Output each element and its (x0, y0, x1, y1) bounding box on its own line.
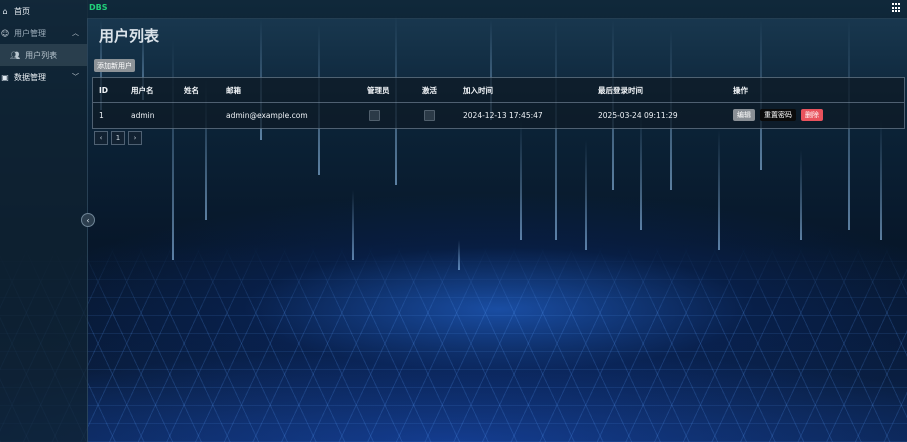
cell-actions: 编辑 重置密码 删除 (733, 103, 823, 127)
active-checkbox[interactable] (424, 103, 435, 127)
column-header-actions: 操作 (733, 85, 748, 95)
edit-button[interactable]: 编辑 (733, 109, 755, 121)
column-header-active: 激活 (422, 85, 437, 95)
next-page-button[interactable]: › (128, 131, 142, 145)
table-row: 1 admin admin@example.com 2024-12-13 17:… (93, 103, 904, 127)
background-grid (0, 245, 907, 442)
sidebar-item-label: 数据管理 (14, 72, 46, 82)
add-user-button[interactable]: 添加新用户 (94, 59, 135, 72)
delete-button[interactable]: 删除 (801, 109, 823, 121)
reset-password-button[interactable]: 重置密码 (760, 109, 796, 121)
users-icon: 👥︎ (10, 50, 21, 60)
chevron-down-icon: ﹀ (72, 73, 79, 81)
cell-username: admin (131, 110, 155, 120)
sidebar-item-user-management[interactable]: ☺ 用户管理 ︿ (0, 22, 87, 44)
pagination: ‹ 1 › (94, 131, 142, 145)
column-header-joined: 加入时间 (463, 85, 493, 95)
sidebar-item-user-list[interactable]: 👥︎ 用户列表 (0, 44, 87, 66)
sidebar-item-label: 首页 (14, 6, 30, 16)
data-manage-icon: ▣ (1, 72, 9, 82)
chevron-up-icon: ︿ (72, 29, 79, 37)
apps-grid-icon[interactable] (892, 3, 902, 13)
column-header-id: ID (99, 85, 109, 95)
column-header-name: 姓名 (184, 85, 199, 95)
sidebar-item-home[interactable]: ⌂ 首页 (0, 0, 87, 22)
column-header-email: 邮箱 (226, 85, 241, 95)
user-table: ID 用户名 姓名 邮箱 管理员 激活 加入时间 最后登录时间 操作 1 adm… (92, 77, 905, 129)
sidebar-item-data-management[interactable]: ▣ 数据管理 ﹀ (0, 66, 87, 88)
sidebar-collapse-button[interactable]: ‹ (81, 213, 95, 227)
table-header: ID 用户名 姓名 邮箱 管理员 激活 加入时间 最后登录时间 操作 (93, 78, 904, 103)
page-number[interactable]: 1 (111, 131, 125, 145)
top-bar: DBS (87, 0, 907, 19)
sidebar: ⌂ 首页 ☺ 用户管理 ︿ 👥︎ 用户列表 ▣ 数据管理 ﹀ (0, 0, 88, 442)
cell-email: admin@example.com (226, 110, 308, 120)
admin-checkbox[interactable] (369, 103, 380, 127)
prev-page-button[interactable]: ‹ (94, 131, 108, 145)
home-icon: ⌂ (2, 6, 8, 16)
cell-last-login: 2025-03-24 09:11:29 (598, 110, 678, 120)
user-manage-icon: ☺ (0, 28, 10, 38)
page-title: 用户列表 (99, 27, 160, 45)
sidebar-item-label: 用户列表 (25, 50, 58, 60)
column-header-last-login: 最后登录时间 (598, 85, 643, 95)
chevron-left-icon: ‹ (86, 215, 90, 225)
column-header-username: 用户名 (131, 85, 154, 95)
column-header-admin: 管理员 (367, 85, 390, 95)
brand-logo[interactable]: DBS (89, 3, 108, 12)
cell-id: 1 (99, 110, 104, 120)
cell-joined: 2024-12-13 17:45:47 (463, 110, 543, 120)
sidebar-item-label: 用户管理 (14, 28, 46, 38)
